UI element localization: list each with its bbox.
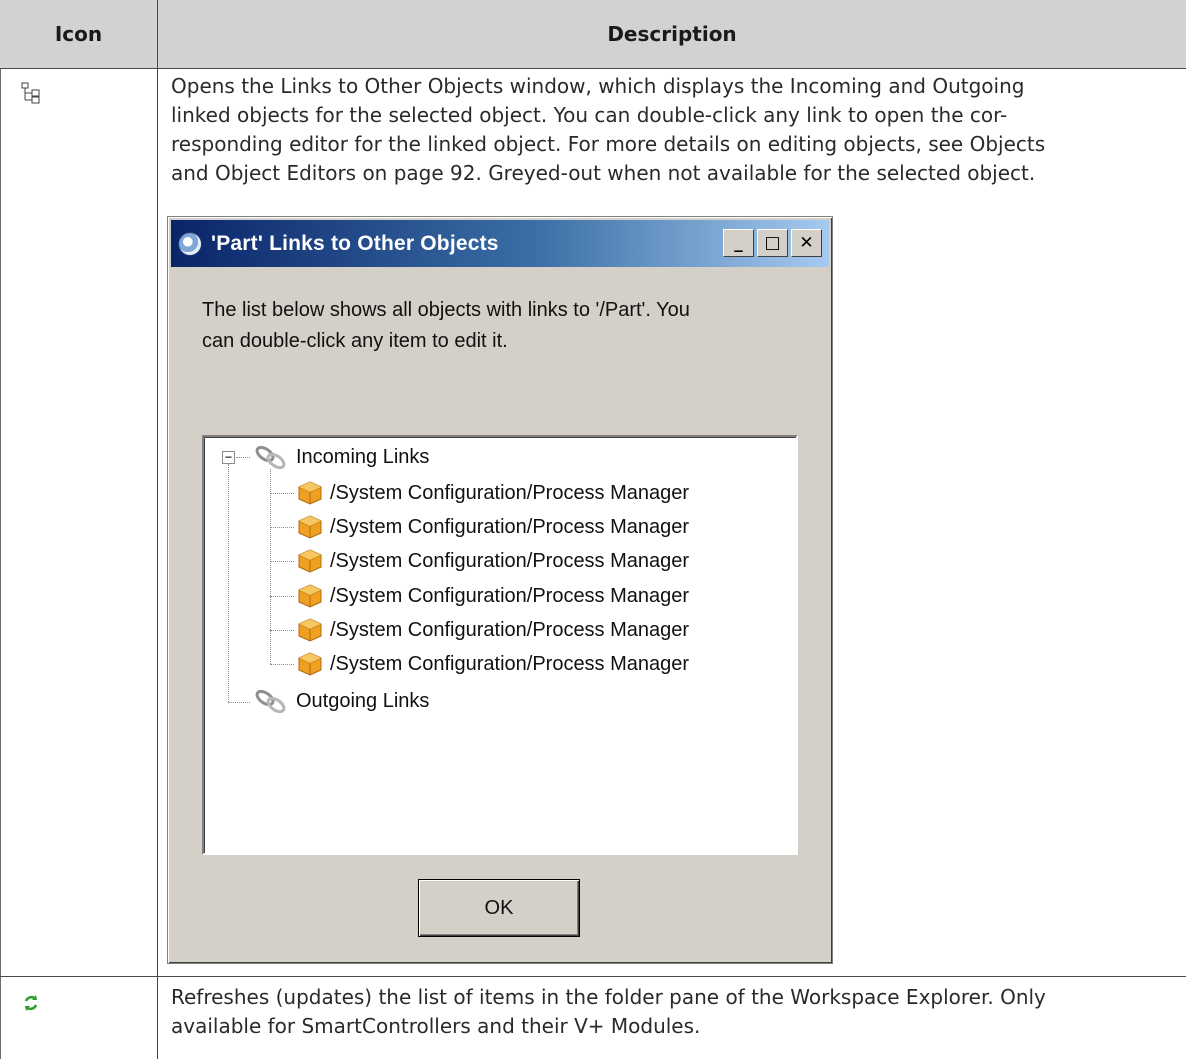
links-dialog-window: 'Part' Links to Other Objects _ □ ✕ The … (167, 216, 833, 964)
tree-connector (270, 493, 294, 494)
description-line: Refreshes (updates) the list of items in… (171, 985, 1046, 1009)
tree-links-icon (20, 82, 42, 108)
description-line: Opens the Links to Other Objects window,… (171, 74, 1025, 98)
package-icon (298, 618, 322, 642)
column-header-description: Description (158, 0, 1186, 69)
description-line: and Object Editors on page 92. Greyed-ou… (171, 161, 1036, 185)
package-icon (298, 515, 322, 539)
column-header-icon: Icon (0, 0, 157, 69)
message-line: The list below shows all objects with li… (202, 299, 690, 321)
row-description: Opens the Links to Other Objects window,… (171, 72, 1170, 188)
app-logo-icon (178, 231, 202, 256)
tree-connector (270, 527, 294, 528)
dialog-titlebar[interactable]: 'Part' Links to Other Objects _ □ ✕ (171, 220, 829, 267)
tree-item-link[interactable]: /System Configuration/Process Manager (296, 582, 689, 610)
maximize-button[interactable]: □ (757, 229, 788, 257)
tree-connector (236, 457, 250, 458)
header-row-divider (0, 68, 1186, 69)
table-left-border (0, 0, 1, 1059)
icon-description-table: Icon Description Opens the Links to Othe… (0, 0, 1186, 1059)
tree-node-label: Outgoing Links (296, 689, 430, 712)
tree-item-link[interactable]: /System Configuration/Process Manager (296, 616, 689, 644)
tree-item-label: /System Configuration/Process Manager (330, 584, 690, 607)
tree-item-link[interactable]: /System Configuration/Process Manager (296, 547, 689, 575)
description-line: available for SmartControllers and their… (171, 1014, 701, 1038)
tree-node-incoming-links[interactable]: Incoming Links (252, 443, 429, 471)
refresh-icon (20, 992, 42, 1018)
description-line: responding editor for the linked object.… (171, 132, 1046, 156)
minimize-button[interactable]: _ (723, 229, 754, 257)
tree-item-label: /System Configuration/Process Manager (330, 618, 690, 641)
tree-node-outgoing-links[interactable]: Outgoing Links (252, 687, 429, 715)
tree-connector (270, 469, 271, 664)
tree-connector (270, 561, 294, 562)
tree-item-link[interactable]: /System Configuration/Process Manager (296, 479, 689, 507)
dialog-title: 'Part' Links to Other Objects (211, 231, 499, 255)
tree-item-link[interactable]: /System Configuration/Process Manager (296, 650, 689, 678)
tree-node-label: Incoming Links (296, 445, 430, 468)
package-icon (298, 549, 322, 573)
tree-connector (270, 596, 294, 597)
row-description: Refreshes (updates) the list of items in… (171, 983, 1170, 1041)
link-chain-icon (255, 445, 286, 470)
tree-item-label: /System Configuration/Process Manager (330, 549, 690, 572)
close-button[interactable]: ✕ (791, 229, 822, 257)
row-divider (0, 976, 1186, 977)
tree-item-label: /System Configuration/Process Manager (330, 481, 690, 504)
description-line: linked objects for the selected object. … (171, 103, 1008, 127)
links-tree-view[interactable]: − Incoming Links /System Configuration/P… (202, 435, 798, 855)
window-controls: _ □ ✕ (723, 229, 822, 257)
tree-connector (270, 664, 294, 665)
tree-item-link[interactable]: /System Configuration/Process Manager (296, 513, 689, 541)
package-icon (298, 584, 322, 608)
tree-item-label: /System Configuration/Process Manager (330, 652, 690, 675)
link-chain-icon (255, 689, 286, 714)
package-icon (298, 652, 322, 676)
tree-item-label: /System Configuration/Process Manager (330, 515, 690, 538)
message-line: can double-click any item to edit it. (202, 330, 508, 352)
collapse-expander-icon[interactable]: − (222, 451, 235, 464)
column-divider (157, 0, 158, 1059)
package-icon (298, 481, 322, 505)
tree-connector (228, 464, 229, 702)
tree-connector (228, 702, 250, 703)
dialog-message: The list below shows all objects with li… (202, 295, 802, 357)
tree-connector (270, 630, 294, 631)
ok-button[interactable]: OK (418, 879, 580, 937)
